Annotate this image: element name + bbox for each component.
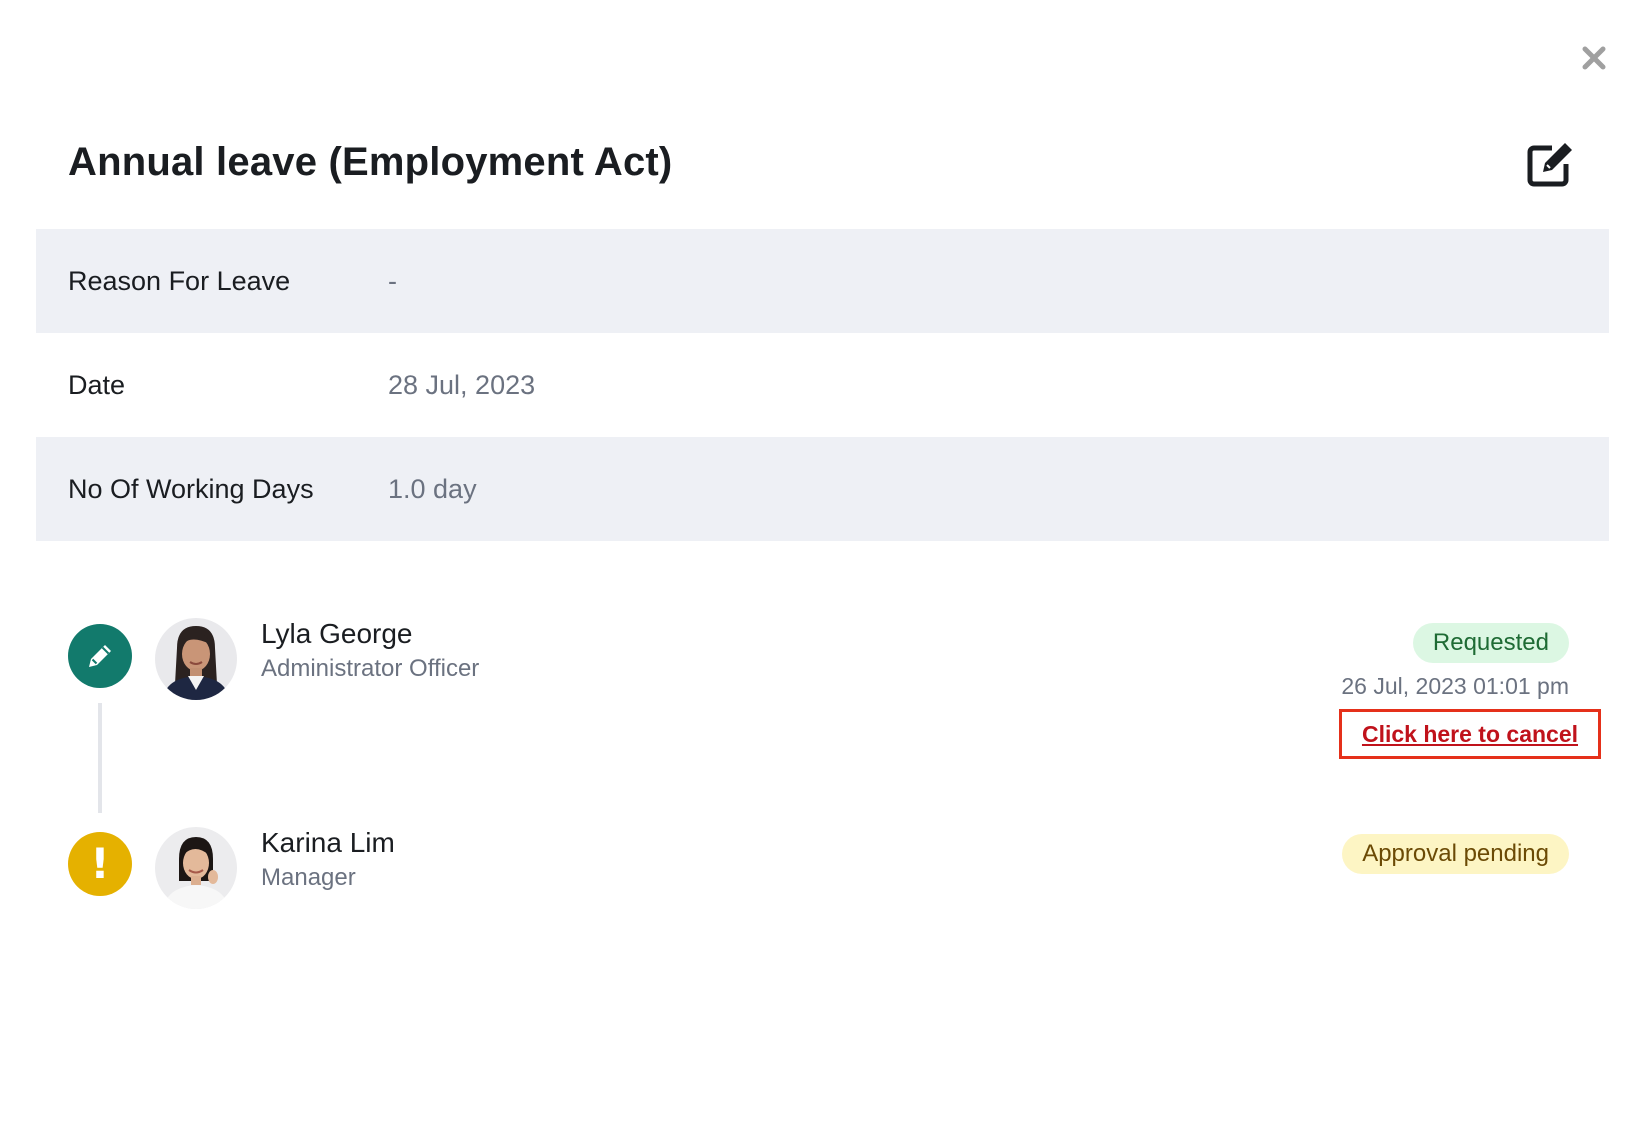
detail-row-working-days: No Of Working Days 1.0 day <box>36 437 1609 541</box>
status-badge: Requested <box>1412 623 1569 663</box>
detail-value: 28 Jul, 2023 <box>388 369 536 400</box>
person-name: Karina Lim <box>261 827 395 858</box>
cancel-link[interactable]: Click here to cancel <box>1362 721 1578 748</box>
detail-value: 1.0 day <box>388 473 477 504</box>
person-role: Administrator Officer <box>261 655 480 682</box>
detail-label: Date <box>68 369 126 400</box>
pencil-icon <box>68 624 132 688</box>
exclamation-icon: ! <box>68 832 132 896</box>
detail-label: No Of Working Days <box>68 473 314 504</box>
timestamp: 26 Jul, 2023 01:01 pm <box>1341 673 1569 699</box>
detail-row-date: Date 28 Jul, 2023 <box>36 333 1609 437</box>
page-title: Annual leave (Employment Act) <box>68 140 673 184</box>
person-role: Manager <box>261 864 356 891</box>
person-name: Lyla George <box>261 618 413 649</box>
detail-label: Reason For Leave <box>68 265 291 296</box>
edit-icon[interactable] <box>1526 138 1576 188</box>
detail-row-reason: Reason For Leave - <box>36 229 1609 333</box>
avatar <box>155 827 237 909</box>
avatar <box>155 618 237 700</box>
leave-details-table: Reason For Leave - Date 28 Jul, 2023 No … <box>36 229 1609 541</box>
close-icon[interactable] <box>1580 44 1608 72</box>
leave-details-modal: Annual leave (Employment Act) Reason For… <box>0 0 1649 1143</box>
detail-value: - <box>388 265 397 296</box>
timeline-connector <box>98 703 102 813</box>
status-badge: Approval pending <box>1342 834 1569 874</box>
cancel-highlight-box: Click here to cancel <box>1339 709 1601 759</box>
